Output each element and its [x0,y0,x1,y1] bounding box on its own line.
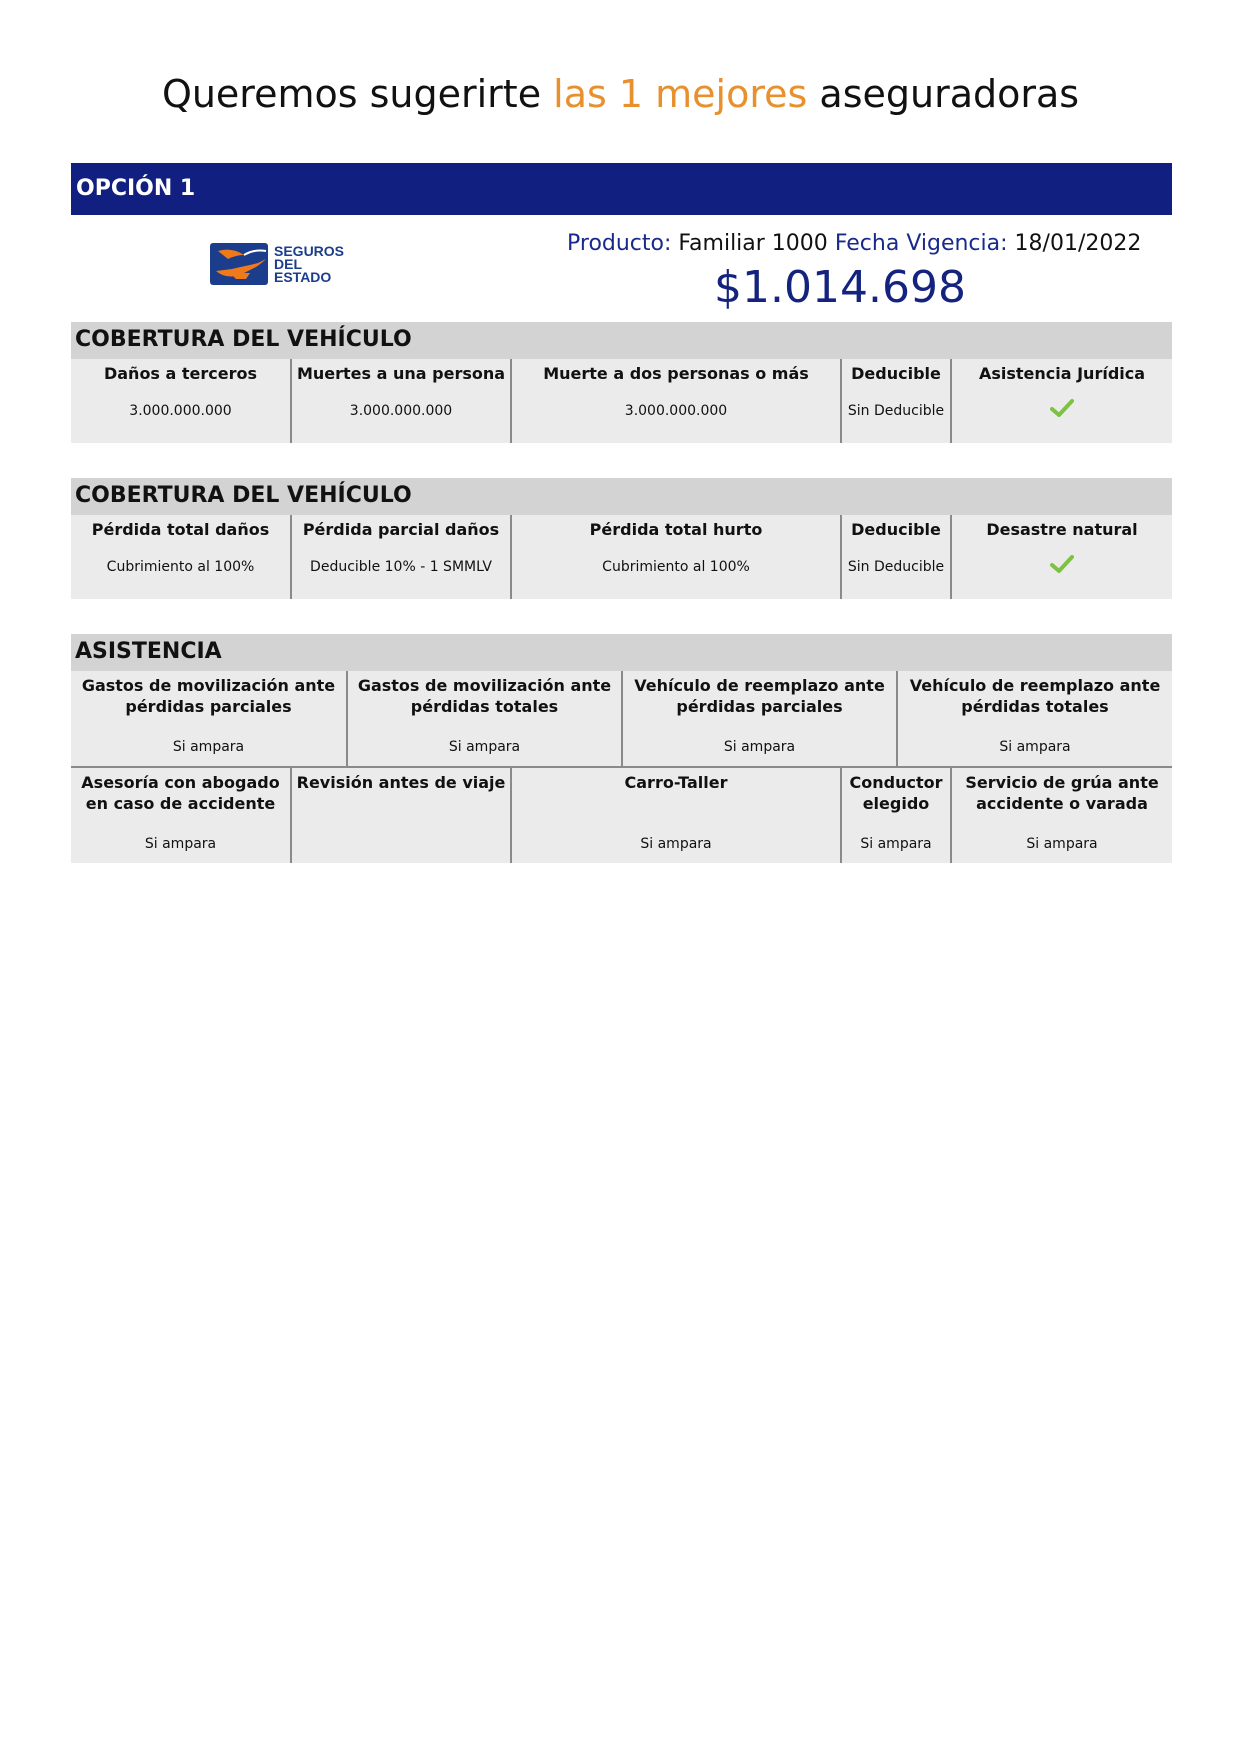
cell-header: Vehículo de reemplazo ante pérdidas parc… [634,676,885,716]
page-title: Queremos sugerirte las 1 mejores asegura… [0,72,1241,116]
cell-value: Si ampara [448,739,521,755]
coverage-cell: Desastre natural [950,515,1172,599]
cell-header: Asistencia Jurídica [978,364,1146,383]
cell-value: Si ampara [1026,836,1098,852]
cell-value: Si ampara [172,739,245,755]
coverage-cell: Pérdida total hurto Cubrimiento al 100% [510,515,840,599]
coverage-cell: Pérdida parcial daños Deducible 10% - 1 … [290,515,510,599]
cell-value: Cubrimiento al 100% [602,559,750,575]
cell-header: Gastos de movilización ante pérdidas par… [81,676,336,716]
cell-header: Muertes a una persona [296,364,506,383]
cell-header: Deducible [851,520,941,539]
cell-header: Vehículo de reemplazo ante pérdidas tota… [909,676,1161,716]
date-value: 18/01/2022 [1014,231,1142,256]
cell-value: Si ampara [860,836,932,852]
assistance-cell: Gastos de movilización ante pérdidas par… [71,671,346,766]
check-icon [1050,399,1074,417]
coverage-cell: Deducible Sin Deducible [840,359,950,443]
cell-header: Gastos de movilización ante pérdidas tot… [357,676,612,716]
title-highlight: las 1 mejores [553,72,808,116]
assistance-cell: Vehículo de reemplazo ante pérdidas tota… [896,671,1172,766]
logo-line3: ESTADO [274,269,331,285]
option-label: OPCIÓN 1 [76,176,196,201]
cell-header: Deducible [851,364,941,383]
cell-header: Desastre natural [986,520,1138,539]
product-line: Producto: Familiar 1000 Fecha Vigencia: … [567,231,1141,256]
coverage-section-2: COBERTURA DEL VEHÍCULO Pérdida total dañ… [71,478,1172,599]
cell-value: Si ampara [144,836,217,852]
assistance-cell: Carro-Taller Si ampara [510,768,840,863]
check-icon [1050,555,1074,573]
cell-header: Daños a terceros [103,364,258,383]
title-part1: Queremos sugerirte [161,72,554,116]
cell-value: Cubrimiento al 100% [106,559,255,575]
cell-value: 3.000.000.000 [624,403,728,419]
cell-header: Pérdida parcial daños [302,520,500,539]
assistance-cell: Asesoría con abogado en caso de accident… [71,768,290,863]
assistance-cell: Gastos de movilización ante pérdidas tot… [346,671,621,766]
coverage-cell: Muertes a una persona 3.000.000.000 [290,359,510,443]
cell-header: Carro-Taller [624,773,728,792]
cell-value: Sin Deducible [847,403,945,419]
option-header: OPCIÓN 1 [71,163,1172,215]
coverage-cell: Pérdida total daños Cubrimiento al 100% [71,515,290,599]
cell-value: Sin Deducible [847,559,945,575]
section-title: COBERTURA DEL VEHÍCULO [71,478,1172,515]
cell-header: Conductor elegido [849,773,943,813]
date-label: Fecha Vigencia: [834,231,1008,256]
cell-header: Pérdida total daños [91,520,270,539]
product-label: Producto: [567,231,672,256]
coverage-section-1: COBERTURA DEL VEHÍCULO Daños a terceros … [71,322,1172,443]
cell-value: 3.000.000.000 [129,403,232,419]
cell-value [292,822,510,836]
coverage-cell: Deducible Sin Deducible [840,515,950,599]
cell-value: 3.000.000.000 [349,403,453,419]
insurer-logo: SEGUROS DEL ESTADO [210,241,370,287]
cell-value: Si ampara [999,739,1071,755]
price: $1.014.698 [714,262,966,313]
cell-header: Servicio de grúa ante accidente o varada [965,773,1159,813]
section-title: ASISTENCIA [71,634,1172,671]
title-part2: aseguradoras [807,72,1080,116]
assistance-cell: Conductor elegido Si ampara [840,768,950,863]
assistance-cell: Servicio de grúa ante accidente o varada… [950,768,1172,863]
product-value: Familiar 1000 [678,231,828,256]
assistance-cell: Vehículo de reemplazo ante pérdidas parc… [621,671,896,766]
coverage-cell: Asistencia Jurídica [950,359,1172,443]
cell-header: Pérdida total hurto [589,520,763,539]
cell-header: Revisión antes de viaje [296,773,506,792]
cell-value: Si ampara [640,836,712,852]
coverage-cell: Daños a terceros 3.000.000.000 [71,359,290,443]
assistance-cell: Revisión antes de viaje [290,768,510,863]
assistance-section: ASISTENCIA Gastos de movilización ante p… [71,634,1172,863]
cell-header: Asesoría con abogado en caso de accident… [81,773,280,813]
cell-header: Muerte a dos personas o más [543,364,809,383]
cell-value: Deducible 10% - 1 SMMLV [310,559,492,575]
coverage-cell: Muerte a dos personas o más 3.000.000.00… [510,359,840,443]
cell-value: Si ampara [723,739,796,755]
section-title: COBERTURA DEL VEHÍCULO [71,322,1172,359]
